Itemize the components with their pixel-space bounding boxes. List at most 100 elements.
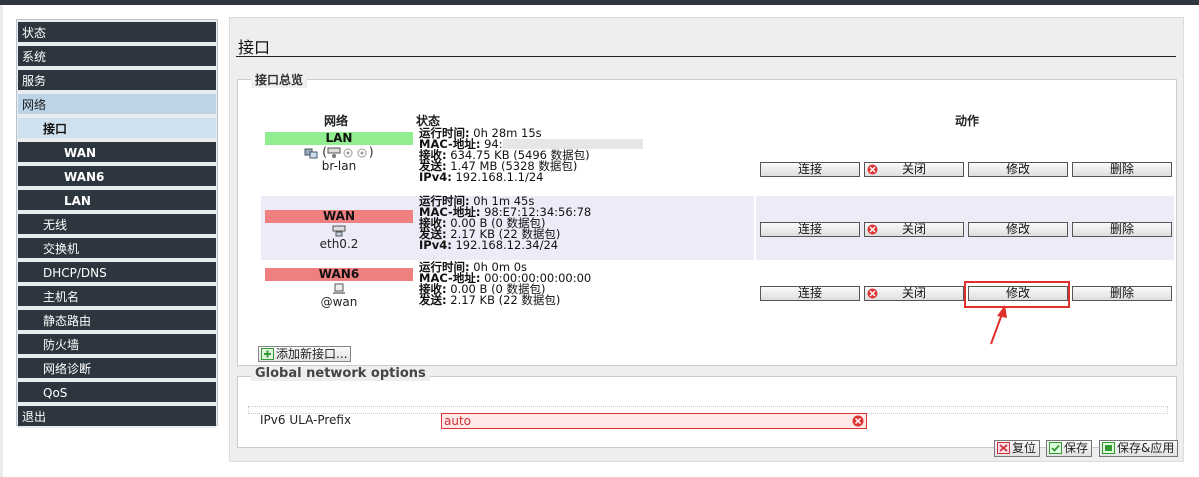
save-icon — [1049, 442, 1062, 454]
left-edge — [0, 5, 3, 477]
interface-overview: 接口总览 网络 状态 动作 LAN () br-lan 运行时间: 0h 28m… — [237, 71, 1177, 366]
sidebar-item-network[interactable]: 网络 — [18, 94, 216, 116]
column-separator — [754, 128, 756, 192]
close-button[interactable]: 关闭 — [864, 286, 964, 301]
sidebar-item-wan[interactable]: WAN — [18, 142, 216, 164]
close-button-label: 关闭 — [901, 162, 926, 176]
sidebar-item-label: 防火墙 — [43, 338, 80, 352]
interface-device-name: br-lan — [321, 159, 357, 173]
device-icons — [265, 281, 413, 295]
edit-button[interactable]: 修改 — [968, 222, 1068, 237]
sidebar-item-services[interactable]: 服务 — [18, 70, 216, 92]
close-icon — [867, 164, 878, 175]
sidebar-item-status[interactable]: 状态 — [18, 22, 216, 44]
alias-icon — [332, 283, 346, 295]
switch-icon — [327, 147, 341, 159]
device-list-close: ) — [368, 145, 374, 159]
sidebar-menu: 状态 系统 服务 网络 接口 WAN WAN6 LAN 无线 交换机 DHCP/… — [16, 19, 218, 428]
delete-button[interactable]: 删除 — [1072, 222, 1172, 237]
sidebar-item-label: 接口 — [43, 122, 68, 136]
save-button[interactable]: 保存 — [1046, 440, 1093, 457]
ipv4-value: 192.168.1.1/24 — [455, 170, 544, 184]
ula-prefix-value: auto — [444, 414, 472, 428]
edit-button[interactable]: 修改 — [968, 162, 1068, 177]
sidebar-item-label: WAN — [64, 146, 97, 160]
sidebar-item-hostnames[interactable]: 主机名 — [18, 286, 216, 308]
column-separator — [754, 196, 756, 260]
annotation-arrow — [990, 305, 1007, 345]
close-button[interactable]: 关闭 — [864, 222, 964, 237]
save-apply-button[interactable]: 保存&应用 — [1099, 440, 1179, 457]
sidebar-item-dhcp-dns[interactable]: DHCP/DNS — [18, 262, 216, 284]
delete-button[interactable]: 删除 — [1072, 286, 1172, 301]
sidebar-item-firewall[interactable]: 防火墙 — [18, 334, 216, 356]
sidebar-item-label: 交换机 — [43, 242, 80, 256]
sidebar-item-label: DHCP/DNS — [43, 266, 107, 280]
connect-button[interactable]: 连接 — [760, 162, 860, 177]
ipv4-value: 192.168.12.34/24 — [455, 238, 559, 252]
sidebar-item-interfaces[interactable]: 接口 — [18, 118, 216, 140]
sidebar-item-label: QoS — [43, 386, 68, 400]
column-header-actions: 动作 — [955, 114, 980, 128]
close-button-label: 关闭 — [901, 286, 926, 300]
connect-button[interactable]: 连接 — [760, 222, 860, 237]
interface-row-wan: WAN eth0.2 运行时间: 0h 1m 45s MAC-地址: 98:E7… — [261, 195, 1174, 260]
delete-button[interactable]: 删除 — [1072, 162, 1172, 177]
sidebar-item-switch[interactable]: 交换机 — [18, 238, 216, 260]
sidebar-item-wan6[interactable]: WAN6 — [18, 166, 216, 188]
main-panel: 接口 接口总览 网络 状态 动作 LAN () br-lan 运行时间: 0h … — [229, 17, 1184, 462]
device-icons — [265, 223, 413, 237]
page-title: 接口 — [238, 38, 271, 57]
ula-prefix-label: IPv6 ULA-Prefix — [260, 413, 352, 427]
interface-status: 运行时间: 0h 0m 0s MAC-地址: 00:00:00:00:00:00… — [419, 261, 591, 307]
interface-name-badge: WAN6 — [265, 268, 413, 281]
sidebar-item-static-routes[interactable]: 静态路由 — [18, 310, 216, 332]
sidebar-item-label: 服务 — [22, 74, 47, 88]
tx-value: 2.17 KB (22 数据包) — [450, 293, 561, 307]
add-icon — [261, 348, 274, 360]
interface-status: 运行时间: 0h 1m 45s MAC-地址: 98:E7:12:34:56:7… — [419, 195, 591, 252]
interface-row-wan6: WAN6 @wan 运行时间: 0h 0m 0s MAC-地址: 00:00:0… — [261, 261, 1174, 326]
ula-prefix-input[interactable]: auto — [441, 413, 867, 429]
close-icon — [867, 288, 878, 299]
title-divider — [236, 56, 1176, 57]
global-network-options: Global network options IPv6 ULA-Prefix a… — [237, 366, 1177, 448]
network-cell: WAN6 @wan — [265, 264, 413, 309]
global-options-legend: Global network options — [251, 366, 430, 381]
close-icon — [867, 224, 878, 235]
wireless-icon — [355, 147, 369, 159]
sidebar-item-system[interactable]: 系统 — [18, 46, 216, 68]
sidebar-item-lan[interactable]: LAN — [18, 190, 216, 212]
interface-device-name: @wan — [320, 295, 358, 309]
clear-icon[interactable] — [852, 415, 864, 427]
top-bar — [0, 0, 1199, 5]
sidebar-item-label: 网络诊断 — [43, 362, 92, 376]
sidebar-item-diagnostics[interactable]: 网络诊断 — [18, 358, 216, 380]
highlight-box — [964, 281, 1070, 308]
save-label: 保存 — [1064, 441, 1089, 455]
reset-button[interactable]: 复位 — [994, 440, 1041, 457]
sidebar-item-label: LAN — [64, 194, 91, 208]
add-interface-button[interactable]: 添加新接口... — [258, 346, 352, 362]
close-button-label: 关闭 — [901, 222, 926, 236]
sidebar-item-label: 系统 — [22, 50, 47, 64]
save-apply-label: 保存&应用 — [1117, 441, 1175, 455]
interface-row-lan: LAN () br-lan 运行时间: 0h 28m 15s MAC-地址: 9… — [261, 127, 1174, 192]
tx-label: 发送: — [419, 293, 447, 307]
wireless-icon — [341, 147, 355, 159]
overview-legend: 接口总览 — [251, 71, 308, 88]
sidebar-item-wireless[interactable]: 无线 — [18, 214, 216, 236]
connect-button[interactable]: 连接 — [760, 286, 860, 301]
interface-name-badge: WAN — [265, 210, 413, 223]
switch-icon — [332, 225, 346, 237]
sidebar-item-logout[interactable]: 退出 — [18, 406, 216, 428]
interface-device-name: eth0.2 — [319, 237, 359, 251]
sidebar-item-label: 静态路由 — [43, 314, 92, 328]
network-cell: LAN () br-lan — [265, 130, 413, 173]
close-button[interactable]: 关闭 — [864, 162, 964, 177]
sidebar-item-qos[interactable]: QoS — [18, 382, 216, 404]
apply-icon — [1102, 442, 1115, 454]
reset-icon — [997, 442, 1010, 454]
sidebar-item-label: 退出 — [22, 410, 47, 424]
ipv4-label: IPv4: — [419, 238, 452, 252]
